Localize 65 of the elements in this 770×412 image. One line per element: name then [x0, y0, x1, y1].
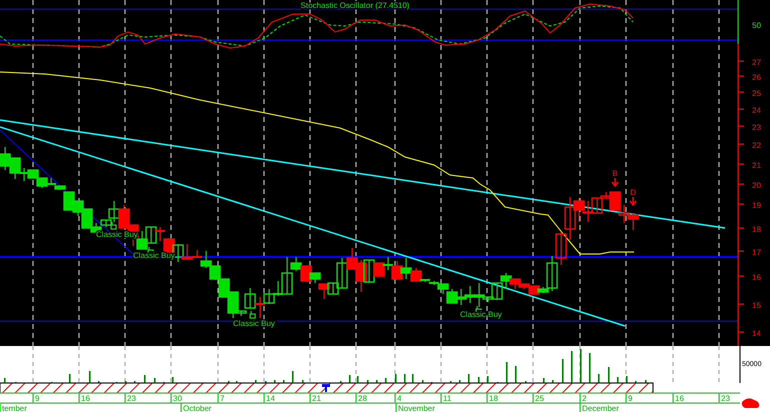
candlestick: [555, 232, 567, 266]
price-label: 26: [752, 73, 761, 82]
date-label: 4: [397, 394, 402, 403]
candlestick: [118, 204, 130, 229]
candlestick: [618, 204, 630, 224]
date-label: 16: [81, 394, 90, 403]
price-label: 18: [752, 225, 761, 234]
price-label: 15: [752, 301, 761, 310]
price-label: 17: [752, 248, 761, 257]
date-label: 14: [266, 394, 275, 403]
month-label: October: [183, 404, 212, 412]
marker-label: B: [612, 169, 618, 178]
axis-label: 50: [752, 21, 761, 30]
candlestick: [145, 226, 157, 244]
price-label: 27: [752, 58, 761, 67]
price-label: 25: [752, 89, 761, 98]
candlestick: [582, 200, 594, 222]
signal-label: Classic Buy: [233, 319, 275, 328]
date-label: 9: [35, 394, 40, 403]
month-label: tember: [2, 404, 27, 412]
candlestick: [263, 288, 275, 304]
month-label: December: [582, 404, 619, 412]
candlestick: [209, 265, 221, 280]
price-label: 24: [752, 106, 761, 115]
candlestick: [136, 230, 148, 250]
candlestick: [72, 200, 84, 216]
candlestick: [218, 278, 230, 298]
down-arrow-icon: [629, 196, 637, 206]
date-label: 11: [443, 394, 452, 403]
price-label: 19: [752, 201, 761, 210]
price-label: 23: [752, 123, 761, 132]
signal-label: Classic Buy: [460, 310, 502, 319]
candlestick: [155, 226, 165, 242]
date-label: 2: [582, 394, 586, 403]
down-arrow-icon: [611, 177, 619, 188]
candlestick: [27, 169, 39, 179]
indicator-title: Stochastic Oscillator (27.4510): [300, 1, 410, 10]
date-label: 9: [628, 394, 632, 403]
date-label: 25: [535, 394, 544, 403]
date-label: 30: [173, 394, 182, 403]
signal-label: Classic Buy: [133, 251, 175, 260]
scroll-bar[interactable]: [0, 382, 654, 394]
candlestick: [0, 146, 11, 170]
month-label: November: [398, 404, 435, 412]
candlestick: [455, 288, 467, 306]
candlestick: [391, 260, 403, 280]
price-label: 21: [752, 161, 761, 170]
date-label: 23: [721, 394, 730, 403]
date-label: 21: [312, 394, 321, 403]
candlestick: [446, 288, 458, 304]
marker-label: D: [630, 188, 636, 197]
candlestick: [255, 296, 265, 318]
candlestick: [627, 212, 639, 230]
date-label: 7: [220, 394, 224, 403]
price-label: 20: [752, 181, 761, 190]
date-label: 23: [127, 394, 136, 403]
date-label: 18: [489, 394, 498, 403]
logo-icon: [742, 398, 760, 408]
date-label: 16: [675, 394, 684, 403]
marker-icon: [322, 384, 330, 392]
price-label: 16: [752, 273, 761, 282]
candlestick: [383, 256, 393, 270]
price-label: 14: [752, 329, 761, 338]
price-label: 22: [752, 141, 761, 150]
date-label: 28: [358, 394, 367, 403]
